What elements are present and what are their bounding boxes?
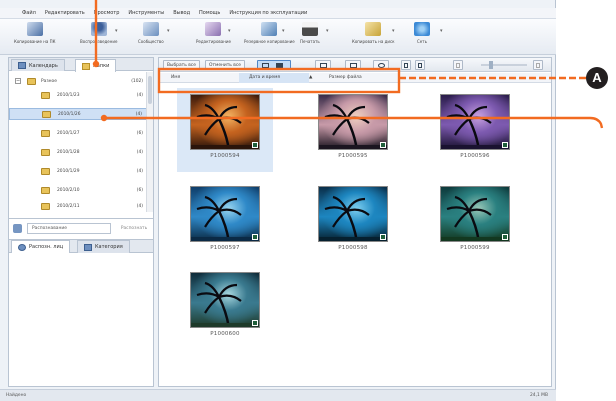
callout-dot-folders-tab [92, 60, 100, 68]
callout-label-a: A [586, 67, 608, 89]
callout-line-bend [589, 116, 604, 129]
callout-box-sortbar [157, 67, 401, 94]
callout-overlay [92, 0, 604, 129]
